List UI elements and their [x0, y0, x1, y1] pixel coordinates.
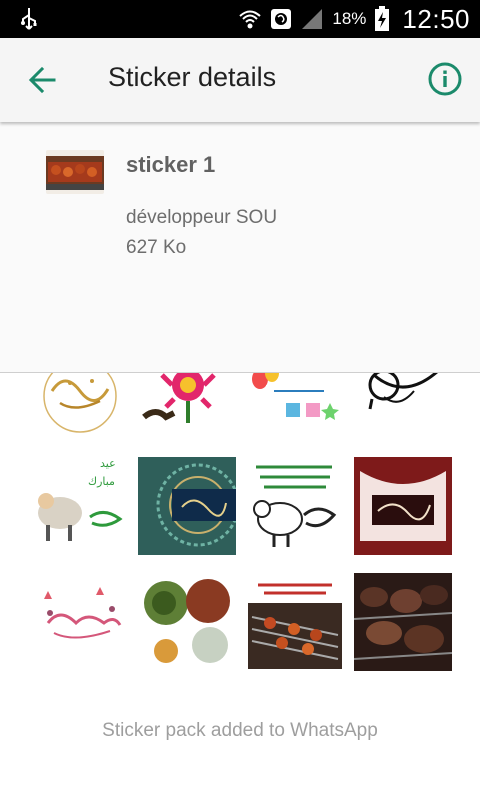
- pack-details: sticker 1 développeur SOU 627 Ko: [0, 122, 480, 373]
- page-title: Sticker details: [108, 62, 277, 92]
- sticker-5[interactable]: عيد مبارك: [32, 457, 130, 555]
- status-bar: 18% 12:50: [0, 0, 480, 38]
- pack-name: sticker 1: [126, 152, 216, 177]
- pack-tray-icon: [46, 150, 104, 194]
- sticker-8[interactable]: [354, 457, 452, 555]
- clock: 12:50: [402, 3, 470, 34]
- sticker-11[interactable]: [246, 573, 344, 671]
- pack-size: 627 Ko: [126, 237, 187, 258]
- battery-charging-icon: [375, 6, 390, 31]
- sticker-12[interactable]: [354, 573, 452, 671]
- pack-publisher: développeur SOU: [126, 207, 278, 228]
- sticker-4[interactable]: [354, 373, 452, 459]
- sticker-6[interactable]: [138, 457, 236, 555]
- sticker-1[interactable]: [30, 373, 128, 459]
- sticker-7[interactable]: [246, 457, 344, 555]
- globe-icon: [271, 9, 292, 29]
- back-arrow-icon[interactable]: [24, 60, 64, 100]
- app-bar: Sticker details: [0, 38, 480, 122]
- pack-added-status: Sticker pack added to WhatsApp: [102, 720, 378, 741]
- svg-text:مبارك: مبارك: [88, 475, 115, 488]
- sticker-3[interactable]: [246, 373, 344, 461]
- info-icon[interactable]: [426, 60, 464, 98]
- wifi-icon: [239, 10, 262, 29]
- sticker-grid: عيد مبارك: [0, 373, 480, 713]
- battery-percent: 18%: [332, 9, 367, 28]
- svg-text:عيد: عيد: [100, 457, 116, 470]
- usb-icon: [21, 8, 37, 30]
- sticker-10[interactable]: [138, 573, 236, 671]
- sticker-2[interactable]: [138, 373, 236, 461]
- signal-icon: [302, 9, 323, 29]
- sticker-9[interactable]: [30, 573, 128, 671]
